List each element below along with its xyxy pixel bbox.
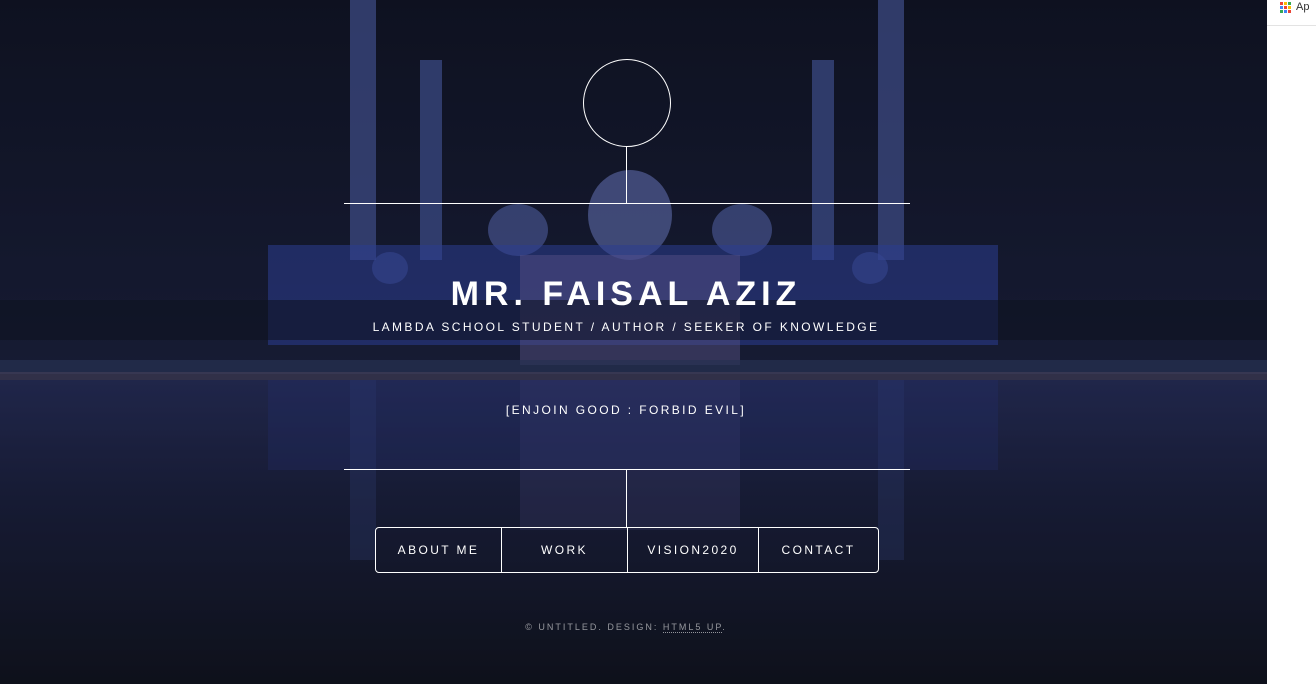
- page-title: MR. FAISAL AZIZ: [450, 274, 802, 313]
- logo-circle-icon: [583, 59, 671, 147]
- browser-bookmarks-strip: [1267, 0, 1316, 684]
- divider: [626, 470, 627, 527]
- apps-bookmark[interactable]: Ap: [1280, 0, 1309, 14]
- divider: [344, 469, 910, 470]
- divider: [626, 146, 627, 203]
- nav-item-vision2020[interactable]: VISION2020: [627, 528, 758, 572]
- apps-grid-icon: [1280, 1, 1291, 13]
- nav-item-work[interactable]: WORK: [501, 528, 627, 572]
- page-subtitle: LAMBDA SCHOOL STUDENT / AUTHOR / SEEKER …: [372, 320, 880, 334]
- nav-item-contact[interactable]: CONTACT: [758, 528, 878, 572]
- nav-item-about-me[interactable]: ABOUT ME: [376, 528, 501, 572]
- footer-suffix: .: [722, 622, 727, 632]
- footer-credits: © UNTITLED. DESIGN: HTML5 UP.: [0, 622, 1252, 633]
- main-nav: ABOUT ME WORK VISION2020 CONTACT: [375, 527, 879, 573]
- divider: [1267, 25, 1316, 26]
- motto-text: [ENJOIN GOOD : FORBID EVIL]: [505, 403, 747, 417]
- footer-prefix: © UNTITLED. DESIGN:: [525, 622, 663, 632]
- divider: [344, 203, 910, 204]
- apps-label: Ap: [1296, 1, 1310, 13]
- footer-design-link[interactable]: HTML5 UP: [662, 622, 723, 633]
